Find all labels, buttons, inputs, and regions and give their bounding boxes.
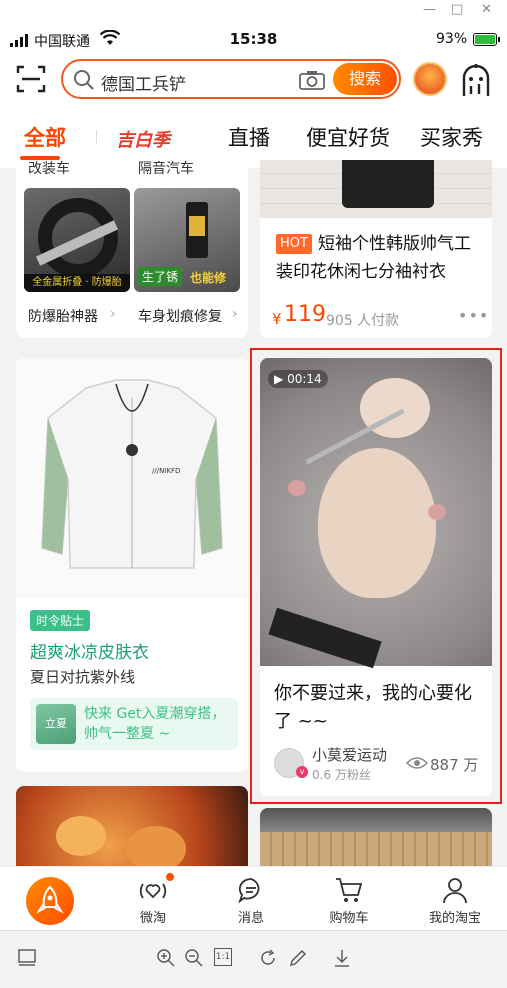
message-robot-icon[interactable] [458,62,494,98]
battery-icon [473,33,500,46]
viewer-toolbar: 1:1 [0,930,507,988]
cart-icon [336,878,363,902]
minimize-icon[interactable]: — [423,2,436,17]
search-input[interactable]: 德国工兵铲 [101,70,186,95]
jacket-image[interactable]: ///NIKFD [16,358,248,598]
tab-all[interactable]: 全部 [24,122,66,152]
promo-banner-text: 快来 Get入夏潮穿搭，帅气一整夏 ~ [84,706,226,742]
thumbnail-view-icon[interactable] [18,949,36,967]
video-card[interactable]: ▶ 00:14 你不要过来，我的心要化了 ~~ v 小莫爱运动 0.6 万粉丝 … [260,358,492,796]
play-icon: ▶ [274,372,284,386]
category-tabs: 全部 吉白季 直播 便宜好货 买家秀 [0,104,507,168]
nav-label: 微淘 [139,911,166,926]
product-title: 短袖个性韩版帅气工装印花休闲七分袖衬衣 [276,234,471,282]
window-controls: — □ ✕ [0,0,507,24]
video-title: 你不要过来，我的心要化了 ~~ [274,683,472,732]
tips-badge: 时令贴士 [30,610,91,631]
scratch-repair-image[interactable]: 生了锈 也能修 [134,188,240,292]
product-price: 119 [284,302,326,327]
mini-item-label[interactable]: 车身划痕修复 [138,306,222,326]
actual-size-button[interactable]: 1:1 [214,948,232,966]
zoom-in-icon[interactable] [156,948,176,968]
tab-buyer-show[interactable]: 买家秀 [420,122,483,152]
download-icon[interactable] [332,948,352,968]
seasonal-tips-card[interactable]: ///NIKFD 时令贴士 超爽冰凉皮肤衣 夏日对抗紫外线 立夏 快来 Get入… [16,358,248,772]
shirt-product-card[interactable]: HOT 短袖个性韩版帅气工装印花休闲七分袖衬衣 ¥ 119 905 人付款 ••… [260,160,492,338]
price-symbol: ¥ [272,310,282,328]
battery-percent: 93% [436,31,468,47]
nav-label: 购物车 [329,911,369,926]
author-fans: 0.6 万粉丝 [312,768,371,782]
tab-live[interactable]: 直播 [228,122,270,152]
partial-label-right: 隔音汽车 [138,161,194,177]
zoom-out-icon[interactable] [184,948,204,968]
shirt-product-image[interactable] [260,160,492,218]
auto-parts-card[interactable]: 改装车 隔音汽车 全金属折叠 · 防爆胎 生了锈 也能修 防爆胎神器 › 车身划… [16,160,248,338]
search-button[interactable]: 搜索 [333,63,397,95]
tab-festival[interactable]: 吉白季 [116,126,170,152]
duration-text: 00:14 [287,372,322,386]
search-box[interactable]: 德国工兵铲 搜索 [61,59,401,99]
home-rocket-icon[interactable] [26,877,74,925]
weitao-icon [139,883,167,899]
bottom-nav: 微淘 消息 购物车 我的淘宝 [0,866,507,930]
promo-banner[interactable]: 立夏 快来 Get入夏潮穿搭，帅气一整夏 ~ [30,698,238,750]
more-icon[interactable]: ••• [458,306,489,325]
tab-cheap-goods[interactable]: 便宜好货 [306,122,390,152]
user-icon [443,878,467,904]
nav-label: 消息 [237,911,264,926]
notification-dot [166,873,174,881]
video-thumbnail[interactable] [260,358,492,669]
eye-icon [406,757,428,769]
scan-icon[interactable] [16,64,46,94]
chevron-right-icon: › [110,306,116,322]
tire-product-image[interactable]: 全金属折叠 · 防爆胎 [24,188,130,292]
close-icon[interactable]: ✕ [481,2,492,17]
rotate-icon[interactable] [258,948,278,968]
promo-title: 超爽冰凉皮肤衣 [30,643,149,663]
camera-icon[interactable] [299,70,325,90]
jacket-brand-text: ///NIKFD [152,467,180,475]
promo-subtitle: 夏日对抗紫外线 [30,668,136,686]
author-name[interactable]: 小莫爱运动 [312,744,387,765]
partial-label-left: 改装车 [28,161,70,177]
scratch-caption-b: 也能修 [190,271,227,285]
mini-item-label[interactable]: 防爆胎神器 [28,306,98,326]
user-avatar[interactable] [413,62,447,96]
search-icon [74,70,94,90]
maximize-icon[interactable]: □ [451,2,463,17]
scratch-caption-a: 生了锈 [138,267,183,286]
nav-label: 我的淘宝 [428,911,481,926]
chevron-right-icon: › [232,306,238,322]
verified-badge-icon: v [296,766,308,778]
view-count: 887 万 [430,756,479,774]
summer-tag: 立夏 [36,704,76,744]
clock: 15:38 [229,30,278,48]
search-row: 德国工兵铲 搜索 [0,56,507,104]
status-bar: 中国联通 15:38 93% [0,24,507,56]
video-duration: ▶ 00:14 [268,370,328,388]
sold-count: 905 人付款 [326,313,400,329]
message-icon [238,878,260,904]
edit-icon[interactable] [288,948,308,968]
tire-image-caption: 全金属折叠 · 防爆胎 [24,274,130,292]
